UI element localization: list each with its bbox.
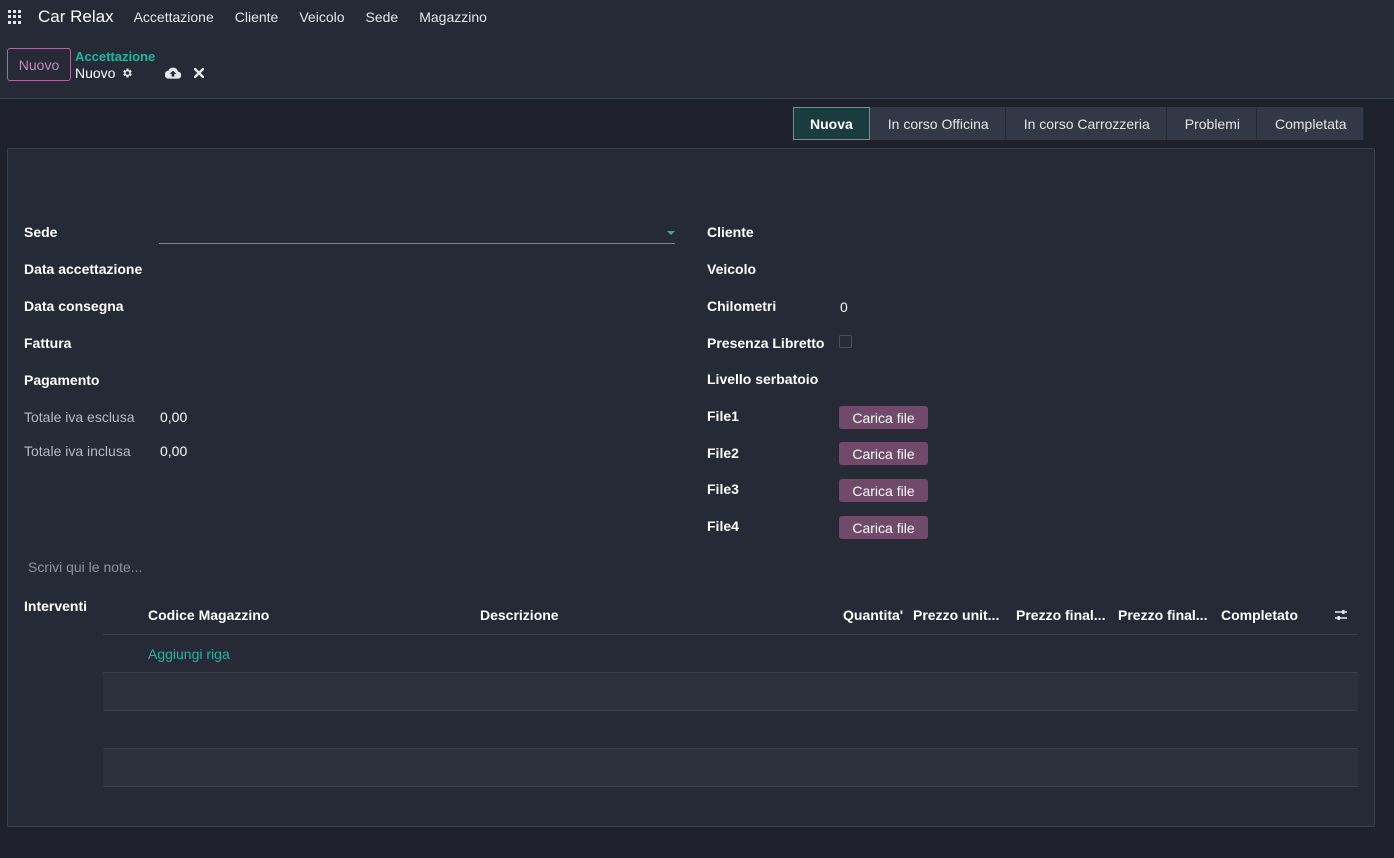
breadcrumb-current: Nuovo	[75, 65, 133, 81]
stage-in-corso-carrozzeria[interactable]: In corso Carrozzeria	[1005, 107, 1167, 140]
record-title: Nuovo	[75, 65, 116, 81]
file4-label: File4	[707, 518, 739, 534]
menu-item-accettazione[interactable]: Accettazione	[134, 9, 214, 25]
menu-item-cliente[interactable]: Cliente	[235, 9, 279, 25]
new-button[interactable]: Nuovo	[7, 48, 71, 81]
data-accettazione-label: Data accettazione	[24, 261, 143, 277]
control-panel: Nuovo Accettazione Nuovo	[0, 34, 1394, 99]
table-row	[103, 673, 1358, 711]
column-settings-icon[interactable]	[1334, 608, 1348, 622]
column-prezzo-finale-2[interactable]: Prezzo final...	[1118, 607, 1207, 623]
file2-upload-button[interactable]: Carica file	[839, 442, 928, 465]
cliente-label: Cliente	[707, 224, 754, 240]
stage-in-corso-officina[interactable]: In corso Officina	[869, 107, 1006, 140]
cloud-upload-icon[interactable]	[165, 67, 181, 79]
file2-label: File2	[707, 445, 739, 461]
column-descrizione[interactable]: Descrizione	[480, 607, 559, 623]
form-sheet: Sede Data accettazione Data consegna Fat…	[7, 148, 1375, 827]
stage-completata[interactable]: Completata	[1257, 107, 1364, 140]
table-row	[103, 711, 1358, 749]
menu-item-veicolo[interactable]: Veicolo	[299, 9, 344, 25]
add-line-row: Aggiungi riga	[103, 635, 1358, 673]
totale-inclusa-value: 0,00	[160, 443, 188, 459]
chilometri-value[interactable]: 0	[840, 299, 848, 315]
add-line-link[interactable]: Aggiungi riga	[148, 646, 230, 662]
file3-label: File3	[707, 481, 739, 497]
top-navbar: Car Relax Accettazione Cliente Veicolo S…	[0, 0, 1394, 34]
data-consegna-label: Data consegna	[24, 298, 124, 314]
libretto-checkbox[interactable]	[839, 335, 852, 348]
interventi-table: Codice Magazzino Descrizione Quantita' P…	[103, 596, 1358, 787]
gear-icon[interactable]	[121, 67, 133, 79]
file3-upload-button[interactable]: Carica file	[839, 479, 928, 502]
totale-esclusa-label: Totale iva esclusa	[24, 409, 135, 425]
totale-esclusa-value: 0,00	[160, 409, 188, 425]
notes-field[interactable]: Scrivi qui le note...	[28, 559, 142, 575]
app-brand[interactable]: Car Relax	[38, 7, 114, 27]
totale-inclusa-label: Totale iva inclusa	[24, 443, 131, 459]
breadcrumb-parent[interactable]: Accettazione	[75, 49, 155, 64]
file1-upload-button[interactable]: Carica file	[839, 406, 928, 429]
status-bar: Nuova In corso Officina In corso Carrozz…	[793, 107, 1364, 140]
column-prezzo-finale-1[interactable]: Prezzo final...	[1016, 607, 1105, 623]
menu-item-magazzino[interactable]: Magazzino	[419, 9, 487, 25]
sede-label: Sede	[24, 224, 58, 240]
sede-field[interactable]	[159, 217, 675, 244]
column-prezzo-unitario[interactable]: Prezzo unit...	[913, 607, 999, 623]
fattura-label: Fattura	[24, 335, 72, 351]
veicolo-label: Veicolo	[707, 261, 757, 277]
serbatoio-label: Livello serbatoio	[707, 371, 819, 387]
pagamento-label: Pagamento	[24, 372, 100, 388]
menu-item-sede[interactable]: Sede	[366, 9, 399, 25]
chevron-down-icon[interactable]	[667, 231, 675, 235]
interventi-label: Interventi	[24, 598, 88, 614]
table-header: Codice Magazzino Descrizione Quantita' P…	[103, 596, 1358, 635]
column-codice-magazzino[interactable]: Codice Magazzino	[148, 607, 269, 623]
column-quantita[interactable]: Quantita'	[843, 607, 903, 623]
column-completato[interactable]: Completato	[1221, 607, 1298, 623]
file1-label: File1	[707, 408, 739, 424]
file4-upload-button[interactable]: Carica file	[839, 516, 928, 539]
apps-menu-icon[interactable]	[8, 10, 22, 24]
table-row	[103, 749, 1358, 787]
close-icon[interactable]	[194, 68, 204, 78]
chilometri-label: Chilometri	[707, 298, 777, 314]
libretto-label: Presenza Libretto	[707, 335, 825, 351]
stage-problemi[interactable]: Problemi	[1166, 107, 1257, 140]
stage-nuova[interactable]: Nuova	[793, 107, 870, 140]
